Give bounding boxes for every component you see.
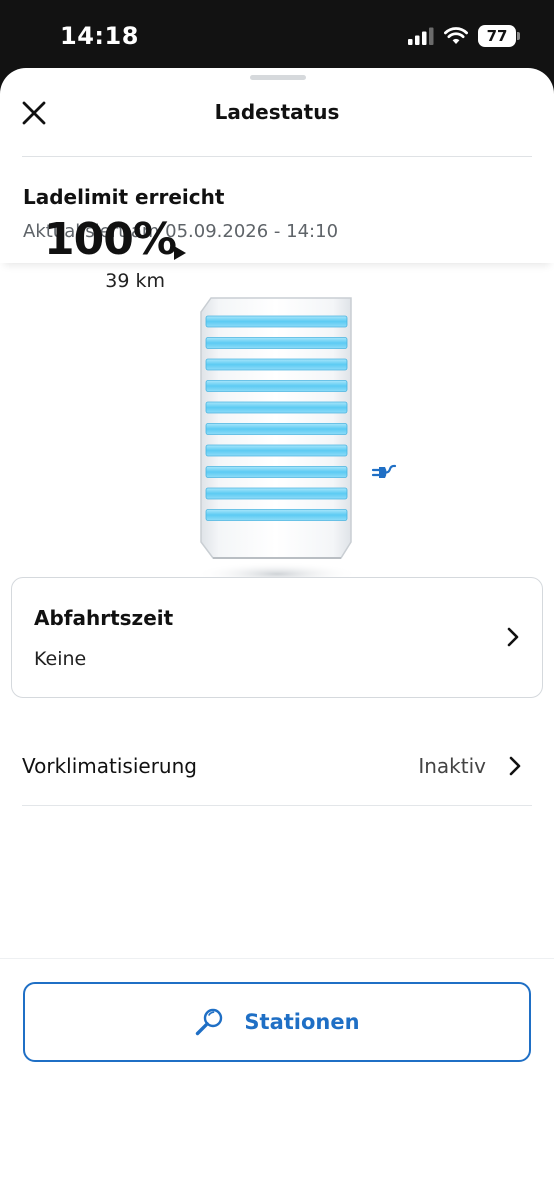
battery-segment [205, 509, 348, 521]
battery-percent: 100% [44, 214, 177, 265]
preclimatization-row[interactable]: Vorklimatisierung Inaktiv [22, 732, 532, 806]
battery-level: 77 [486, 27, 508, 45]
battery-segment [205, 358, 348, 371]
battery-segment [205, 337, 348, 349]
preclimatization-value: Inaktiv [418, 754, 486, 778]
preclimatization-label: Vorklimatisierung [22, 754, 197, 778]
chevron-right-icon [506, 626, 520, 652]
page-title: Ladestatus [214, 100, 340, 124]
sheet-grabber[interactable] [250, 75, 306, 80]
search-icon [196, 1008, 223, 1036]
row-divider [22, 805, 532, 806]
battery-segment [205, 380, 348, 392]
stations-button[interactable]: Stationen [23, 982, 531, 1062]
wifi-icon [444, 27, 468, 44]
status-bar: 14:18 77 [0, 0, 554, 70]
battery-icon: 77 [478, 25, 520, 47]
stations-button-label: Stationen [244, 1010, 360, 1034]
cellular-signal-icon [408, 27, 434, 45]
bottom-action-bar: Stationen [0, 958, 554, 1132]
departure-time-value: Keine [34, 648, 87, 670]
level-pointer-icon [174, 246, 186, 260]
battery-range: 39 km [105, 270, 165, 292]
chevron-right-icon [508, 755, 522, 781]
battery-segment [205, 466, 348, 478]
battery-segment [205, 444, 348, 457]
departure-time-card[interactable]: Abfahrtszeit Keine [11, 577, 543, 698]
departure-time-title: Abfahrtszeit [34, 606, 174, 630]
charge-status-title: Ladelimit erreicht [23, 185, 225, 209]
battery-visual [195, 226, 370, 620]
battery-segment [205, 401, 348, 414]
battery-segment [205, 315, 348, 328]
battery-segment [205, 423, 348, 435]
battery-segment [205, 487, 348, 500]
status-time: 14:18 [60, 22, 139, 50]
status-icons: 77 [408, 25, 520, 47]
plug-icon [370, 460, 398, 486]
